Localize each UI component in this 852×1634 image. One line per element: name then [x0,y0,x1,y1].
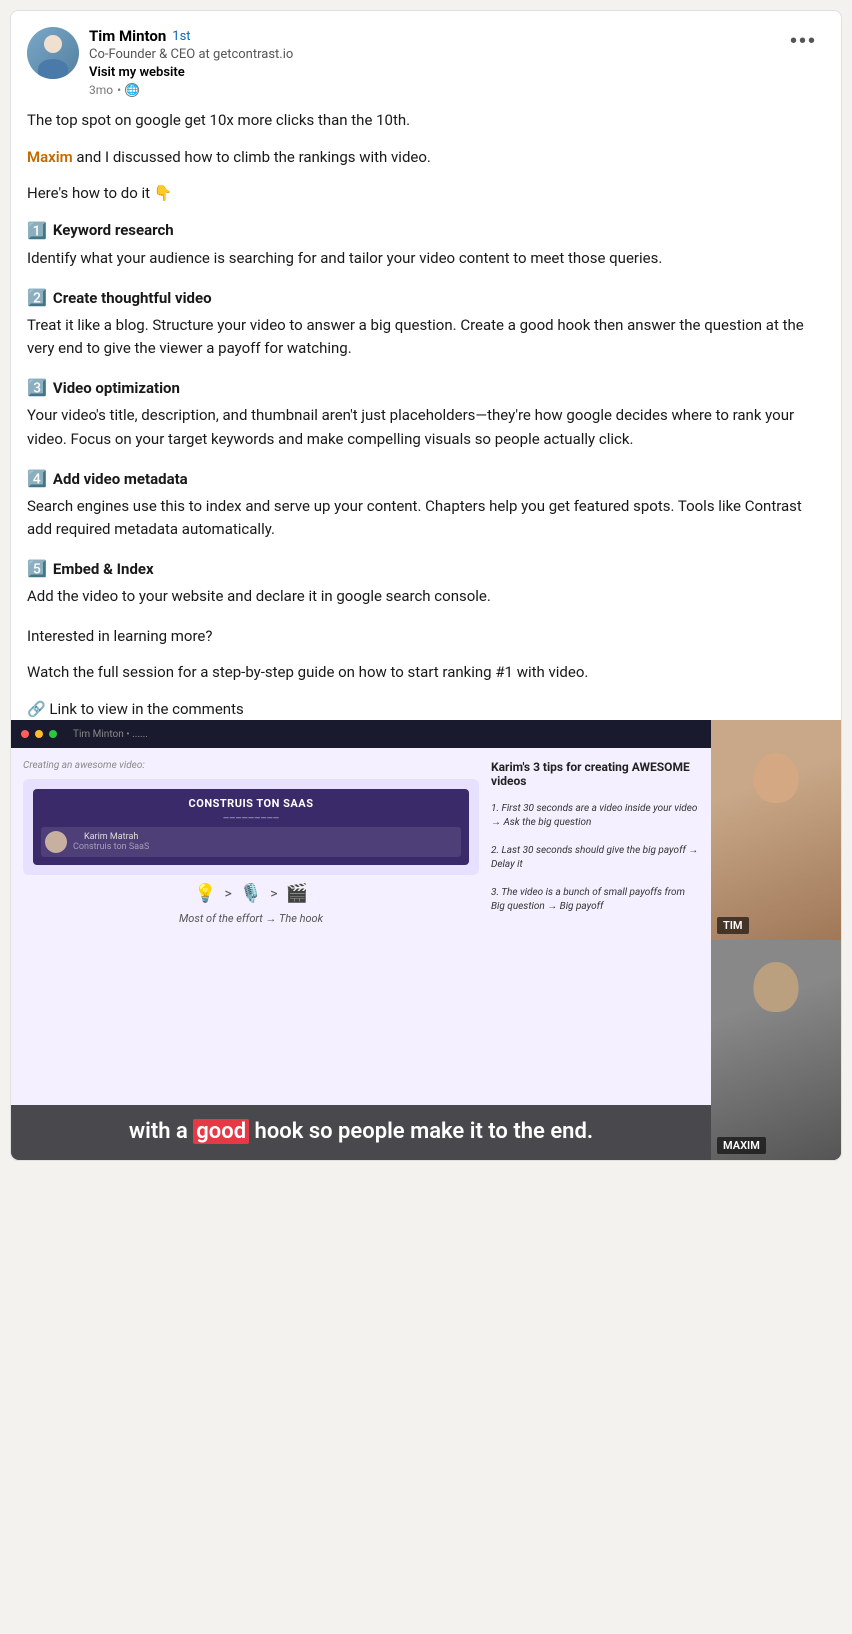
window-chrome: Tim Minton • ...... [11,720,711,748]
screen-mockup: CONSTRUIS TON SAAS ————————— Karim Matra… [23,779,479,875]
step-1-desc: Identify what your audience is searching… [27,247,825,270]
hook-label: Most of the effort → The hook [23,912,479,925]
video-subtitle: with a good hook so people make it to th… [11,1105,711,1160]
connection-badge: 1st [172,29,190,44]
cta-2: Watch the full session for a step-by-ste… [27,661,825,684]
step-2: 2️⃣ Create thoughtful video Treat it lik… [27,286,825,361]
slide-avatar [45,831,67,853]
subtitle-pre: with a [129,1119,193,1144]
lightbulb-icon: 💡 [194,883,216,904]
tips-title: Karim's 3 tips for creating AWESOME vide… [491,760,699,788]
maxim-face [711,940,841,1160]
step-2-emoji: 2️⃣ [27,286,47,310]
step-1-emoji: 1️⃣ [27,219,47,243]
step-5-title: Embed & Index [53,558,154,581]
video-slide-content: Creating an awesome video: CONSTRUIS TON… [11,748,711,1160]
step-3: 3️⃣ Video optimization Your video's titl… [27,376,825,451]
video-thumbnail[interactable]: Tim Minton • ...... Creating an awesome … [11,720,841,1160]
step-1-title: Keyword research [53,219,174,242]
tim-label: TIM [717,917,749,934]
cta-1: Interested in learning more? [27,625,825,648]
user-details: Tim Minton 1st Co-Founder & CEO at getco… [89,27,293,97]
time-ago: 3mo [89,83,113,97]
intro-line-2: Maxim and I discussed how to climb the r… [27,146,825,169]
subtitle-post: hook so people make it to the end. [249,1119,593,1144]
slide-left-panel: Creating an awesome video: CONSTRUIS TON… [11,748,491,1160]
step-3-emoji: 3️⃣ [27,376,47,400]
avatar[interactable] [27,27,79,79]
subtitle-highlight: good [193,1119,249,1144]
step-1: 1️⃣ Keyword research Identify what your … [27,219,825,270]
profile-sub: Construis ton SaaS [73,842,149,852]
tip-3: 3. The video is a bunch of small payoffs… [491,886,699,914]
more-options-button[interactable]: ••• [782,27,825,55]
tim-face [711,720,841,940]
close-dot [21,730,29,738]
arrow-1: > [224,886,231,902]
video-main-area: Tim Minton • ...... Creating an awesome … [11,720,711,1160]
post-meta: 3mo • 🌐 [89,83,293,97]
presenter-maxim: MAXIM [711,940,841,1160]
step-4-emoji: 4️⃣ [27,467,47,491]
step-4: 4️⃣ Add video metadata Search engines us… [27,467,825,542]
author-title: Co-Founder & CEO at getcontrast.io [89,46,293,64]
mic-icon: 🎙️ [240,883,262,904]
window-title-bar: Tim Minton • ...... [73,729,148,740]
slide-screen-title: CONSTRUIS TON SAAS [41,797,461,810]
icon-sequence: 💡 > 🎙️ > 🎬 [23,883,479,904]
intro2-post: and I discussed how to climb the ranking… [73,148,431,166]
intro-line-1: The top spot on google get 10x more clic… [27,109,825,132]
presenter-sidebar: TIM MAXIM [711,720,841,1160]
step-5: 5️⃣ Embed & Index Add the video to your … [27,557,825,608]
mention-link[interactable]: Maxim [27,148,73,166]
comments-link[interactable]: 🔗 Link to view in the comments [27,698,825,721]
tip-2: 2. Last 30 seconds should give the big p… [491,844,699,872]
step-3-desc: Your video's title, description, and thu… [27,404,825,451]
visit-website-link[interactable]: Visit my website [89,65,293,80]
post-card: Tim Minton 1st Co-Founder & CEO at getco… [10,10,842,1161]
slide-profile: Karim Matrah Construis ton SaaS [41,827,461,857]
globe-icon: 🌐 [125,83,139,97]
tip-1: 1. First 30 seconds are a video inside y… [491,802,699,830]
step-4-title: Add video metadata [53,468,188,491]
maxim-label: MAXIM [717,1137,766,1154]
creating-label: Creating an awesome video: [23,760,479,771]
post-header: Tim Minton 1st Co-Founder & CEO at getco… [27,27,825,97]
camera-icon: 🎬 [286,883,308,904]
separator: • [117,83,121,97]
post-body: The top spot on google get 10x more clic… [27,109,825,720]
arrow-2: > [270,886,277,902]
step-3-title: Video optimization [53,377,180,400]
profile-name: Karim Matrah [73,832,149,842]
step-5-emoji: 5️⃣ [27,557,47,581]
slide-subtitle: ————————— [41,814,461,823]
minimize-dot [35,730,43,738]
link-text[interactable]: 🔗 Link to view in the comments [27,698,244,721]
maximize-dot [49,730,57,738]
slide-right-panel: Karim's 3 tips for creating AWESOME vide… [491,748,711,1160]
step-5-desc: Add the video to your website and declar… [27,585,825,608]
author-name[interactable]: Tim Minton [89,27,166,45]
step-2-title: Create thoughtful video [53,287,212,310]
step-4-desc: Search engines use this to index and ser… [27,495,825,542]
intro-line-3: Here's how to do it 👇 [27,182,825,205]
step-2-desc: Treat it like a blog. Structure your vid… [27,314,825,361]
presenter-tim: TIM [711,720,841,940]
slide-screen: CONSTRUIS TON SAAS ————————— Karim Matra… [33,789,469,865]
author-info: Tim Minton 1st Co-Founder & CEO at getco… [27,27,293,97]
